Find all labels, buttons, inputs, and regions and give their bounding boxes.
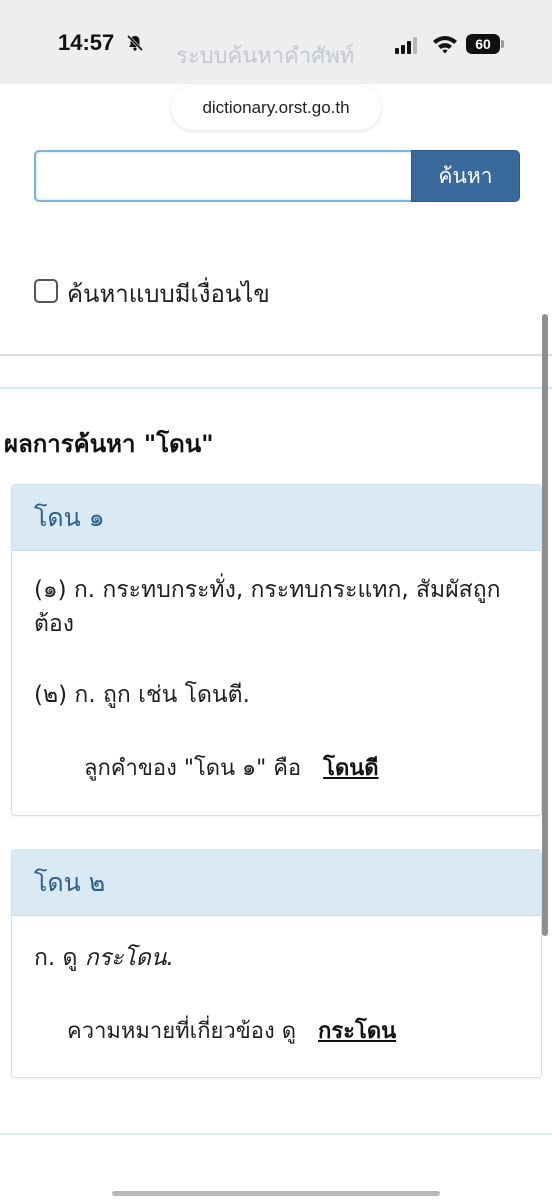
cellular-signal-icon — [395, 37, 417, 54]
divider — [0, 354, 552, 356]
related-words-label: ความหมายที่เกี่ยวข้อง ดู — [67, 1019, 297, 1044]
status-time: 14:57 — [58, 30, 115, 55]
entry-definition: (๒) ก. ถูก เช่น โดนตี. — [34, 682, 250, 708]
battery-level: 60 — [466, 34, 500, 54]
page-title-faded: ระบบค้นหาคำศัพท์ — [176, 44, 355, 69]
definition-text: ก. ดู — [34, 945, 85, 971]
wifi-icon — [433, 36, 457, 54]
page: 14:57 ระบบค้นหาคำศัพท์ 60 dictionary.ors… — [0, 0, 552, 1200]
entry-title: โดน ๒ — [12, 850, 541, 916]
entry-card: โดน ๑ (๑) ก. กระทบกระทั่ง, กระทบกระแทก, … — [11, 484, 542, 816]
entry-card: โดน ๒ ก. ดู กระโดน. ความหมายที่เกี่ยวข้อ… — [11, 849, 542, 1078]
search-button[interactable]: ค้นหา — [411, 150, 520, 202]
search-input[interactable] — [34, 150, 412, 202]
entry-definition: (๑) ก. กระทบกระทั่ง, กระทบกระแทก, สัมผัส… — [34, 577, 501, 637]
derived-words: ลูกคำของ "โดน ๑" คือ โดนดี — [84, 750, 379, 785]
derived-word-link[interactable]: โดนดี — [323, 756, 378, 781]
browser-top-bar: 14:57 ระบบค้นหาคำศัพท์ 60 — [0, 0, 552, 84]
advanced-search-label[interactable]: ค้นหาแบบมีเงื่อนไข — [67, 274, 270, 313]
divider — [0, 1133, 552, 1135]
address-bar[interactable]: dictionary.orst.go.th — [171, 86, 381, 130]
entry-definition: ก. ดู กระโดน. — [34, 941, 511, 975]
bell-slash-icon — [126, 34, 144, 52]
advanced-search-checkbox[interactable] — [34, 279, 58, 303]
related-words: ความหมายที่เกี่ยวข้อง ดู กระโดน — [67, 1013, 396, 1048]
divider — [0, 387, 552, 389]
definition-reference: กระโดน. — [84, 945, 174, 971]
entry-title: โดน ๑ — [12, 485, 541, 551]
battery-icon: 60 — [466, 34, 504, 54]
results-heading: ผลการค้นหา "โดน" — [4, 430, 214, 458]
derived-words-label: ลูกคำของ "โดน ๑" คือ — [84, 756, 302, 781]
battery-tip — [501, 40, 504, 48]
related-word-link[interactable]: กระโดน — [318, 1019, 396, 1044]
home-indicator[interactable] — [112, 1191, 440, 1196]
scrollbar[interactable] — [542, 314, 548, 936]
